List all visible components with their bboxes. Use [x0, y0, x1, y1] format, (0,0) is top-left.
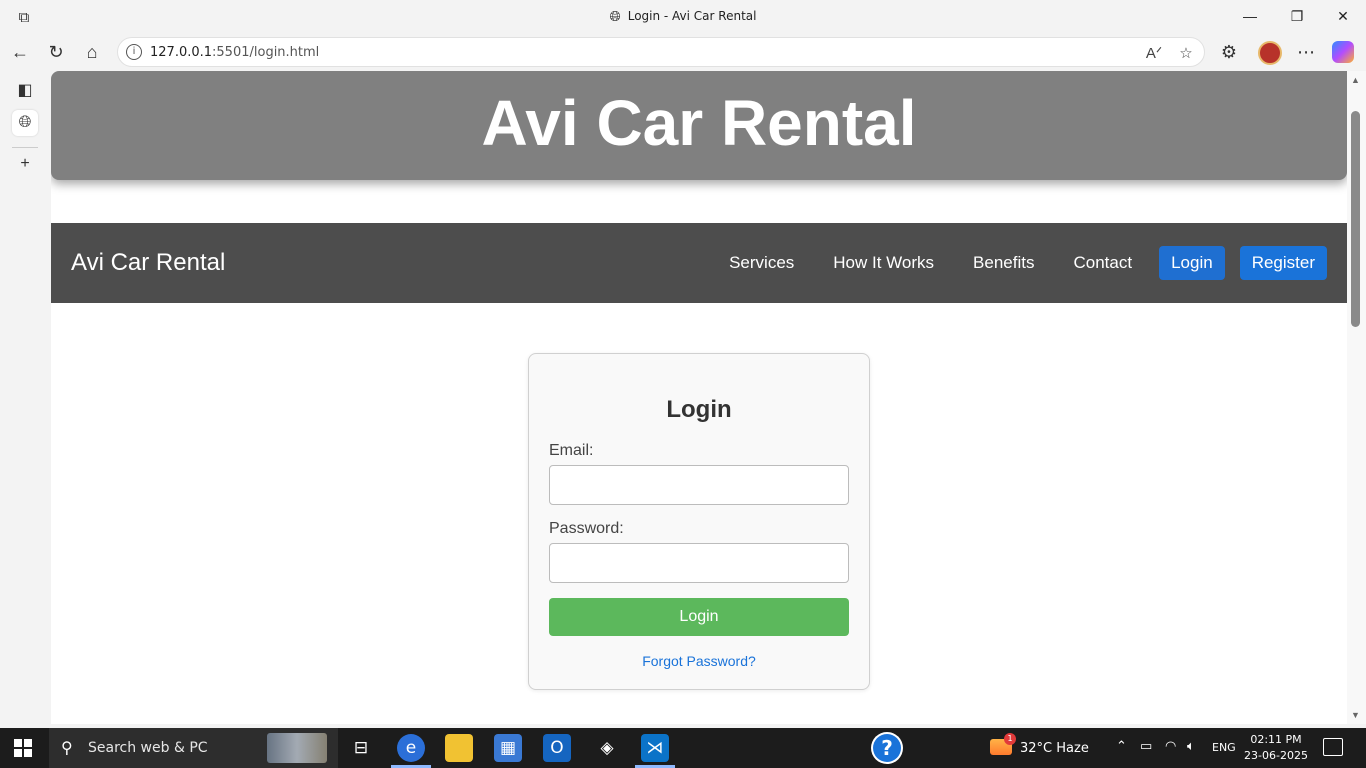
- vertical-tab-strip: ◧ 🌐︎ +: [0, 71, 50, 728]
- globe-icon: 🌐︎: [609, 9, 621, 25]
- clock-date: 23-06-2025: [1244, 749, 1308, 762]
- scroll-down-icon[interactable]: ▼: [1351, 710, 1360, 720]
- weather-icon: 1: [990, 733, 1016, 755]
- taskbar: ⚲ Search web & PC ⊟ e ▦ O ◈ ⋊ ? 1 32°C Ha…: [0, 728, 1366, 768]
- copilot-icon[interactable]: [1332, 41, 1354, 63]
- store-icon[interactable]: ▦: [494, 734, 522, 762]
- hero-title: Avi Car Rental: [481, 87, 917, 159]
- divider: [12, 147, 38, 148]
- help-icon[interactable]: ?: [871, 732, 903, 764]
- back-icon[interactable]: ←: [9, 41, 31, 63]
- vscode-icon[interactable]: ⋊: [641, 734, 669, 762]
- navbar: Avi Car Rental Services How It Works Ben…: [51, 223, 1347, 303]
- minimize-button[interactable]: —: [1238, 5, 1262, 27]
- notification-center-icon[interactable]: [1323, 738, 1343, 756]
- login-title: Login: [666, 396, 732, 423]
- wifi-icon[interactable]: ◠: [1165, 739, 1176, 754]
- close-button[interactable]: ✕: [1331, 5, 1355, 27]
- scroll-up-icon[interactable]: ▲: [1351, 75, 1360, 85]
- language-indicator[interactable]: ENG: [1212, 741, 1236, 754]
- nav-register-button[interactable]: Register: [1239, 246, 1327, 280]
- site-info-icon[interactable]: i: [126, 44, 142, 60]
- refresh-icon[interactable]: ↻: [45, 41, 67, 63]
- nav-links: Services How It Works Benefits Contact L…: [690, 246, 1327, 280]
- outlook-icon[interactable]: O: [543, 734, 571, 762]
- search-highlight-image: [267, 733, 327, 763]
- tab-actions-icon[interactable]: ◧: [12, 77, 38, 103]
- browser-toolbar: ← ↻ ⌂ i 127.0.0.1:5501/login.html Aᐟ ☆ ⚙…: [0, 33, 1366, 71]
- globe-tab-icon[interactable]: 🌐︎: [12, 110, 38, 136]
- extensions-icon[interactable]: ⚙: [1218, 41, 1240, 63]
- nav-how-it-works[interactable]: How It Works: [833, 253, 934, 273]
- clock-time: 02:11 PM: [1250, 733, 1302, 746]
- nav-services[interactable]: Services: [729, 253, 794, 273]
- search-placeholder: Search web & PC: [88, 740, 208, 756]
- login-card: Login Email: Password: Login Forgot Pass…: [528, 353, 870, 690]
- read-aloud-icon[interactable]: Aᐟ: [1144, 43, 1164, 63]
- taskbar-search[interactable]: ⚲ Search web & PC: [49, 728, 338, 768]
- volume-icon[interactable]: 🔈︎: [1187, 739, 1195, 754]
- edge-browser-icon[interactable]: e: [397, 734, 425, 762]
- weather-badge: 1: [1004, 733, 1016, 745]
- weather-widget[interactable]: 1 32°C Haze: [990, 733, 1089, 756]
- email-field[interactable]: [549, 465, 849, 505]
- dropbox-icon[interactable]: ◈: [593, 734, 621, 762]
- url-text[interactable]: 127.0.0.1:5501/login.html: [150, 45, 319, 60]
- file-explorer-icon[interactable]: [445, 734, 473, 762]
- home-icon[interactable]: ⌂: [81, 41, 103, 63]
- browser-title-bar: ⧉ 🌐︎ Login - Avi Car Rental — ❐ ✕: [0, 0, 1366, 33]
- task-view-icon[interactable]: ⊟: [347, 734, 375, 762]
- hero-header: Avi Car Rental: [51, 71, 1347, 180]
- address-bar[interactable]: i 127.0.0.1:5501/login.html Aᐟ ☆: [117, 37, 1205, 67]
- search-icon: ⚲: [61, 738, 73, 757]
- favorite-star-icon[interactable]: ☆: [1176, 43, 1196, 63]
- page-scrollbar[interactable]: ▲ ▼: [1347, 71, 1366, 724]
- show-hidden-icons-chevron-icon[interactable]: ⌃: [1116, 739, 1127, 754]
- window-title: 🌐︎ Login - Avi Car Rental: [0, 9, 1366, 25]
- forgot-password-link[interactable]: Forgot Password?: [529, 653, 869, 669]
- brand-logo-text[interactable]: Avi Car Rental: [71, 249, 225, 277]
- nav-login-button[interactable]: Login: [1159, 246, 1225, 280]
- login-submit-button[interactable]: Login: [549, 598, 849, 636]
- weather-text: 32°C Haze: [1020, 741, 1089, 756]
- nav-benefits[interactable]: Benefits: [973, 253, 1034, 273]
- nav-contact[interactable]: Contact: [1073, 253, 1132, 273]
- clock[interactable]: 02:11 PM 23-06-2025: [1244, 732, 1308, 764]
- more-menu-icon[interactable]: ⋯: [1295, 41, 1317, 63]
- tab-title: Login - Avi Car Rental: [627, 9, 757, 23]
- battery-icon[interactable]: ▭: [1140, 739, 1152, 754]
- restore-button[interactable]: ❐: [1285, 5, 1309, 27]
- password-label: Password:: [549, 520, 624, 537]
- email-label: Email:: [549, 442, 594, 459]
- password-field[interactable]: [549, 543, 849, 583]
- new-tab-icon[interactable]: +: [12, 151, 38, 177]
- scroll-thumb[interactable]: [1351, 111, 1360, 327]
- windows-start-icon[interactable]: [14, 739, 32, 757]
- profile-avatar[interactable]: [1258, 41, 1282, 65]
- page-viewport: Avi Car Rental Avi Car Rental Services H…: [51, 71, 1366, 724]
